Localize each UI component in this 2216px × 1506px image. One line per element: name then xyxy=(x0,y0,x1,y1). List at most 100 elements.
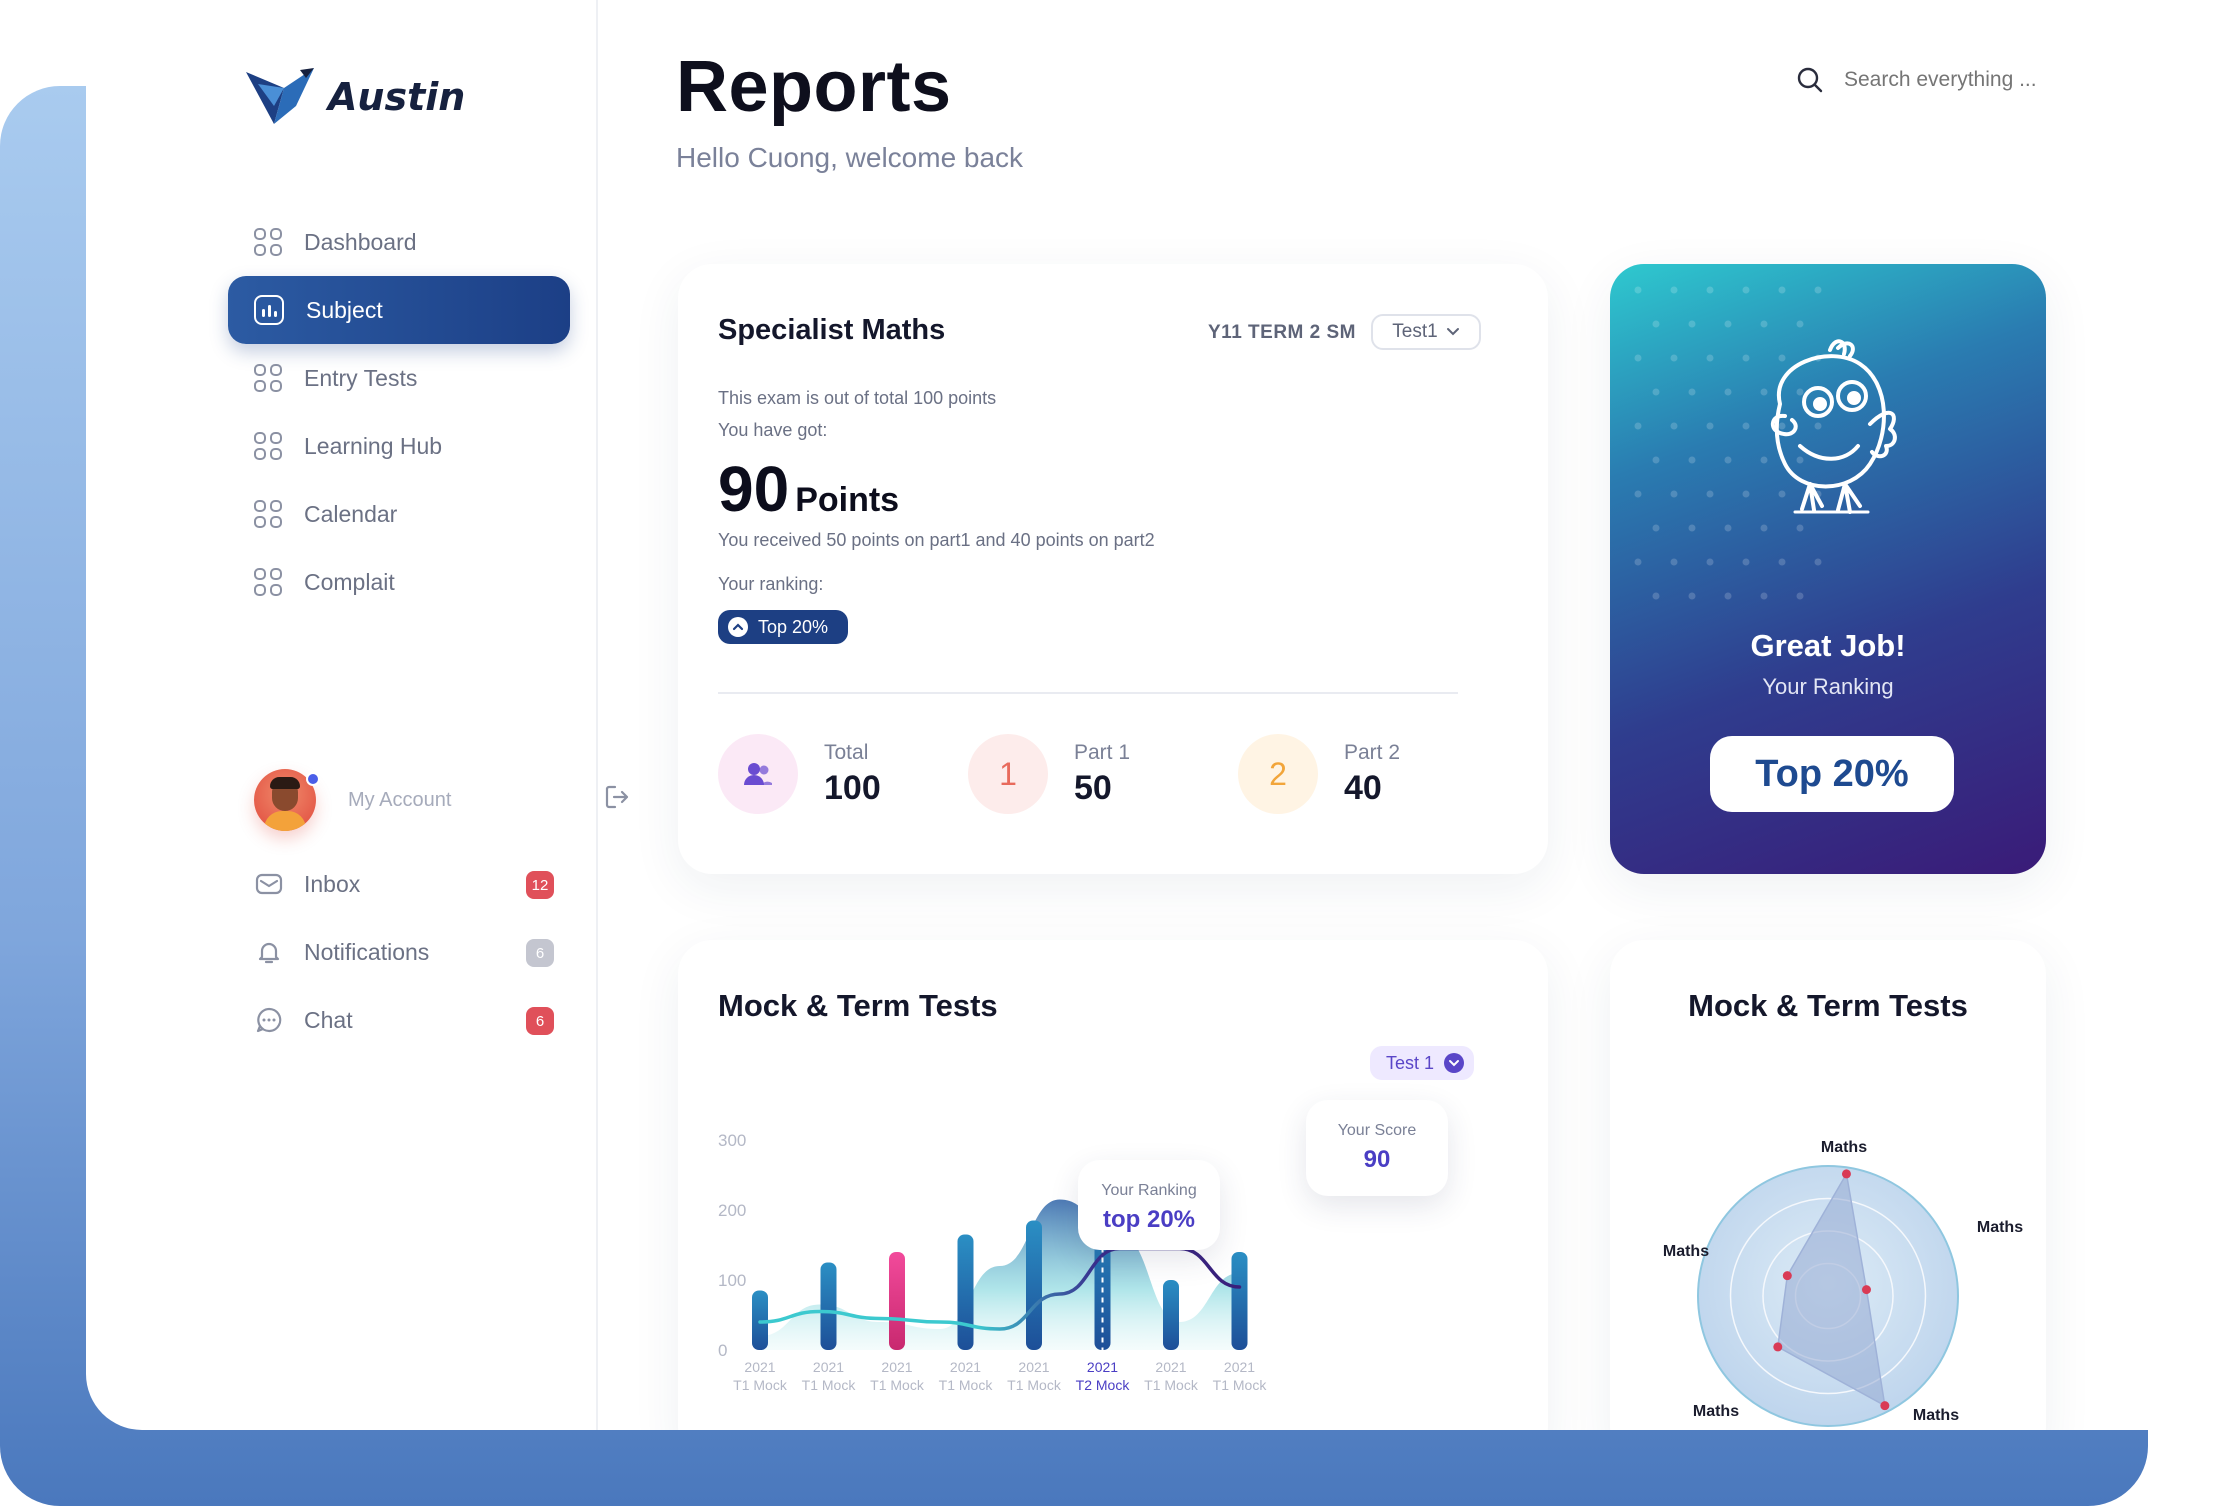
logout-icon[interactable] xyxy=(604,784,630,810)
radar-axis-label: Maths xyxy=(1913,1407,1959,1424)
page-subtitle: Hello Cuong, welcome back xyxy=(676,142,1024,173)
sidebar-item-label: Subject xyxy=(306,296,383,323)
y-tick-label: 200 xyxy=(718,1201,746,1220)
sidebar-item-learning-hub[interactable]: Learning Hub xyxy=(228,412,570,480)
sidebar-item-label: Inbox xyxy=(304,870,361,897)
sidebar-item-subject[interactable]: Subject xyxy=(228,276,570,344)
radar-point xyxy=(1841,1169,1851,1179)
search-bar[interactable] xyxy=(1796,66,2064,94)
sidebar-item-chat[interactable]: Chat 6 xyxy=(254,986,554,1054)
stat-part-1: 1 Part 1 50 xyxy=(968,734,1130,814)
page-title: Reports xyxy=(676,47,952,127)
sidebar-item-complait[interactable]: Complait xyxy=(228,548,570,616)
sidebar-item-label: Learning Hub xyxy=(304,432,443,459)
arrow-up-icon xyxy=(728,617,748,637)
sidebar-item-entry-tests[interactable]: Entry Tests xyxy=(228,344,570,412)
radar-title: Mock & Term Tests xyxy=(1688,988,1968,1023)
bar-3 xyxy=(957,1234,974,1350)
specialist-maths-card: Specialist Maths Y11 TERM 2 SM Test1 Thi… xyxy=(678,264,1548,874)
brand-name: Austin xyxy=(328,75,466,119)
sidebar-item-label: Notifications xyxy=(304,938,430,965)
sidebar-item-inbox[interactable]: Inbox 12 xyxy=(254,850,554,918)
x-tick-label: T1 Mock xyxy=(870,1377,925,1393)
grid-icon xyxy=(254,568,282,596)
my-account-label: My Account xyxy=(348,788,452,811)
x-tick-year: 2021 xyxy=(1224,1359,1255,1375)
term-label: Y11 TERM 2 SM xyxy=(1208,322,1356,343)
number-two-icon: 2 xyxy=(1238,734,1318,814)
x-tick-label: T1 Mock xyxy=(733,1377,788,1393)
test-filter-label: Test 1 xyxy=(1386,1052,1435,1073)
sidebar: Austin Dashboard Subject Entry Tests Learni… xyxy=(86,0,629,1430)
points-unit: Points xyxy=(795,481,900,519)
radar-point xyxy=(1782,1271,1792,1281)
ranking-badge: Top 20% xyxy=(718,610,849,644)
y-tick-label: 300 xyxy=(718,1131,746,1150)
great-job-heading: Great Job! xyxy=(1750,628,1906,663)
stat-label: Total xyxy=(824,740,869,764)
online-status-dot xyxy=(306,772,320,786)
bar-4 xyxy=(1026,1220,1042,1350)
sidebar-item-dashboard[interactable]: Dashboard xyxy=(228,208,570,276)
sidebar-item-label: Dashboard xyxy=(304,228,417,255)
mock-term-chart-card: Mock & Term Tests Test 1 0 100 200 300 2021 T… xyxy=(678,940,1548,1430)
radar-axis-label: Maths xyxy=(1663,1243,1709,1260)
x-tick-year: 2021 xyxy=(1018,1359,1049,1375)
sidebar-item-notifications[interactable]: Notifications 6 xyxy=(254,918,554,986)
stat-total: Total 100 xyxy=(718,734,881,814)
bird-logo-icon xyxy=(246,68,314,124)
x-tick-label: T1 Mock xyxy=(1144,1377,1199,1393)
sidebar-item-label: Calendar xyxy=(304,500,398,527)
bird-mascot-icon xyxy=(1770,339,1897,514)
sidebar-item-calendar[interactable]: Calendar xyxy=(228,480,570,548)
ranking-badge-label: Top 20% xyxy=(758,616,829,637)
chart-icon xyxy=(254,295,284,325)
count-badge: 6 xyxy=(526,1007,554,1035)
mock-term-radar-card: Mock & Term Tests Maths Maths Maths Maths Ma… xyxy=(1610,940,2046,1430)
you-have-got-text: You have got: xyxy=(718,420,828,440)
your-ranking-label: Your Ranking xyxy=(1762,674,1894,699)
grid-icon xyxy=(254,228,282,256)
y-tick-label: 100 xyxy=(718,1271,746,1290)
stat-value: 50 xyxy=(1074,768,1112,807)
grid-icon xyxy=(254,432,282,460)
chart-title: Mock & Term Tests xyxy=(718,988,998,1023)
bell-icon xyxy=(258,942,280,964)
points-breakdown-text: You received 50 points on part1 and 40 p… xyxy=(718,530,1155,550)
account-row[interactable]: My Account xyxy=(254,760,629,840)
chevron-down-icon xyxy=(1446,328,1459,336)
radar-axis-label: Maths xyxy=(1977,1219,2023,1236)
x-tick-label: T1 Mock xyxy=(802,1377,857,1393)
sidebar-item-label: Chat xyxy=(304,1006,353,1033)
x-tick-year: 2021 xyxy=(1155,1359,1186,1375)
stat-value: 40 xyxy=(1344,768,1382,807)
stat-value: 100 xyxy=(824,768,881,807)
test-filter-chip[interactable]: Test 1 xyxy=(1370,1046,1475,1080)
bar-6 xyxy=(1163,1280,1179,1350)
x-tick-label: T1 Mock xyxy=(939,1377,994,1393)
stat-part-2: 2 Part 2 40 xyxy=(1238,734,1400,814)
search-icon[interactable] xyxy=(1796,66,1824,94)
divider xyxy=(718,692,1458,694)
sidebar-item-label: Entry Tests xyxy=(304,364,418,391)
grid-icon xyxy=(254,500,282,528)
count-badge: 6 xyxy=(526,939,554,967)
ranking-label: Your ranking: xyxy=(718,574,824,594)
card-title: Specialist Maths xyxy=(718,314,946,346)
ranking-card: Great Job! Your Ranking Top 20% xyxy=(1610,264,2046,874)
count-badge: 12 xyxy=(526,871,554,899)
app-window: Austin Dashboard Subject Entry Tests Learni… xyxy=(86,0,2216,1430)
x-tick-year: 2021 xyxy=(881,1359,912,1375)
exam-total-text: This exam is out of total 100 points xyxy=(718,388,997,408)
search-input[interactable] xyxy=(1844,68,2064,92)
radar-axis-label: Maths xyxy=(1821,1139,1867,1156)
test-select[interactable]: Test1 xyxy=(1371,314,1481,350)
y-tick-label: 0 xyxy=(718,1341,727,1360)
ranking-value-pill: Top 20% xyxy=(1710,736,1954,812)
x-tick-year: 2021 xyxy=(950,1359,981,1375)
brand-logo[interactable]: Austin xyxy=(244,66,465,128)
check-icon xyxy=(1444,1053,1465,1073)
x-tick-label: T1 Mock xyxy=(1213,1377,1268,1393)
mail-icon xyxy=(255,873,283,895)
x-tick-year: 2021 xyxy=(744,1359,775,1375)
